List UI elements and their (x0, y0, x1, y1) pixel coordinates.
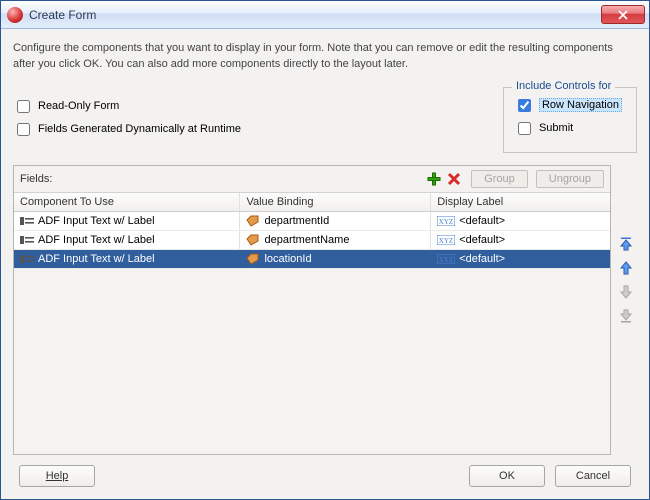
dynamic-fields-checkbox[interactable]: Fields Generated Dynamically at Runtime (13, 120, 483, 139)
include-controls-legend: Include Controls for (512, 80, 615, 92)
chevron-top-icon (618, 236, 634, 252)
plus-icon (427, 172, 441, 186)
add-button[interactable] (425, 170, 443, 188)
delete-button[interactable] (445, 170, 463, 188)
row-navigation-label: Row Navigation (539, 98, 622, 112)
move-top-button[interactable] (617, 235, 635, 253)
dynamic-fields-input[interactable] (17, 123, 30, 136)
cell-display: <default> (459, 215, 505, 227)
chevron-up-icon (618, 260, 634, 276)
dynamic-fields-label: Fields Generated Dynamically at Runtime (38, 123, 241, 135)
table-row[interactable]: ADF Input Text w/ Label departmentId XYZ <d… (14, 212, 610, 231)
close-button[interactable] (601, 5, 645, 24)
row-navigation-checkbox[interactable]: Row Navigation (514, 96, 622, 115)
xyz-icon: XYZ (437, 235, 455, 245)
fields-label: Fields: (20, 173, 423, 185)
submit-checkbox[interactable]: Submit (514, 119, 622, 138)
move-up-button[interactable] (617, 259, 635, 277)
tag-icon (246, 234, 260, 246)
help-button[interactable]: Help (19, 465, 95, 487)
chevron-bottom-icon (618, 308, 634, 324)
readonly-form-input[interactable] (17, 100, 30, 113)
tag-icon (246, 253, 260, 265)
group-button[interactable]: Group (471, 170, 528, 188)
cell-binding: departmentId (264, 215, 329, 227)
description-text: Configure the components that you want t… (13, 41, 637, 73)
row-navigation-input[interactable] (518, 99, 531, 112)
ungroup-button[interactable]: Ungroup (536, 170, 604, 188)
readonly-form-label: Read-Only Form (38, 100, 119, 112)
app-icon (7, 7, 23, 23)
tag-icon (246, 215, 260, 227)
table-row[interactable]: ADF Input Text w/ Label locationId XYZ <def… (14, 250, 610, 269)
header-display[interactable]: Display Label (431, 193, 610, 211)
xyz-icon: XYZ (437, 216, 455, 226)
submit-input[interactable] (518, 122, 531, 135)
svg-text:XYZ: XYZ (439, 256, 453, 264)
cell-display: <default> (459, 234, 505, 246)
cell-display: <default> (459, 253, 505, 265)
svg-text:XYZ: XYZ (439, 218, 453, 226)
cell-component: ADF Input Text w/ Label (38, 234, 155, 246)
chevron-down-icon (618, 284, 634, 300)
header-component[interactable]: Component To Use (14, 193, 240, 211)
cancel-button[interactable]: Cancel (555, 465, 631, 487)
table-row[interactable]: ADF Input Text w/ Label departmentName XYZ… (14, 231, 610, 250)
xyz-icon: XYZ (437, 254, 455, 264)
cell-component: ADF Input Text w/ Label (38, 215, 155, 227)
close-icon (618, 10, 628, 20)
window-title: Create Form (29, 8, 595, 22)
cell-binding: locationId (264, 253, 311, 265)
include-controls-group: Include Controls for Row Navigation Subm… (503, 87, 637, 153)
cell-binding: departmentName (264, 234, 349, 246)
delete-icon (447, 172, 461, 186)
table-empty-area (14, 269, 610, 454)
move-bottom-button[interactable] (617, 307, 635, 325)
cell-component: ADF Input Text w/ Label (38, 253, 155, 265)
readonly-form-checkbox[interactable]: Read-Only Form (13, 97, 483, 116)
fields-table: Component To Use Value Binding Display L… (14, 193, 610, 454)
input-field-icon (20, 234, 34, 246)
svg-text:XYZ: XYZ (439, 237, 453, 245)
ok-button[interactable]: OK (469, 465, 545, 487)
input-field-icon (20, 253, 34, 265)
submit-label: Submit (539, 122, 573, 134)
move-down-button[interactable] (617, 283, 635, 301)
input-field-icon (20, 215, 34, 227)
header-binding[interactable]: Value Binding (240, 193, 431, 211)
